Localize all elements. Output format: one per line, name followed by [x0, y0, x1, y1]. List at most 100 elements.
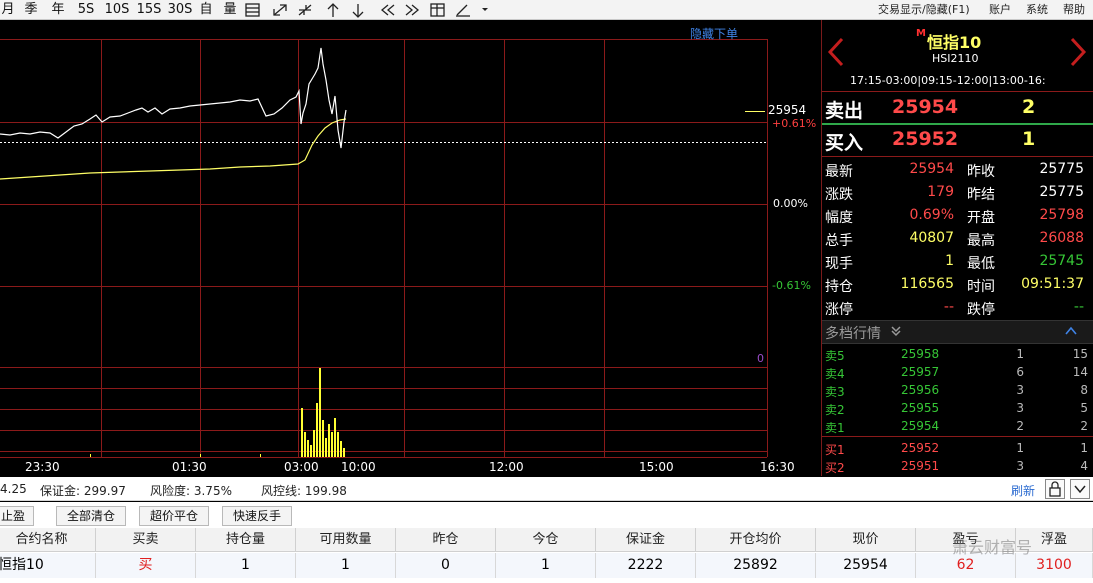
period-15s-button[interactable]: 15S: [135, 0, 163, 20]
trade-toggle-menu[interactable]: 交易显示/隐藏(F1): [878, 0, 978, 20]
col-header[interactable]: 合约名称: [0, 528, 96, 552]
depth-price[interactable]: 25958: [901, 347, 939, 361]
stat-label: 跌停: [967, 302, 995, 318]
cell-today: 1: [496, 553, 596, 578]
cell-contract: 恒指10: [0, 553, 96, 578]
collapse-up-icon[interactable]: [1064, 325, 1078, 337]
depth-side: 买1: [825, 443, 845, 457]
col-header[interactable]: 买卖: [96, 528, 196, 552]
intraday-chart[interactable]: 隐藏下单 25954 +0.61% 0.00% -0.61% 0 23:30 0…: [0, 20, 820, 476]
period-5s-button[interactable]: 5S: [74, 0, 98, 20]
time-label: 01:30: [172, 460, 207, 474]
account-menu[interactable]: 账户: [989, 0, 1015, 20]
stat-value: 116565: [900, 276, 954, 292]
col-header[interactable]: 开仓均价: [696, 528, 816, 552]
current-price-label: 25954: [768, 103, 807, 117]
time-label: 12:00: [489, 460, 524, 474]
depth-mine: 3: [1016, 383, 1024, 397]
period-month-button[interactable]: 月: [0, 0, 16, 20]
period-30s-button[interactable]: 30S: [165, 0, 195, 20]
pct-down-label: -0.61%: [772, 279, 811, 292]
draw-icon: [456, 4, 470, 17]
buy-label: 买入: [825, 132, 864, 154]
lock-icon: [1049, 481, 1061, 497]
sell-label: 卖出: [825, 100, 864, 122]
col-header[interactable]: 可用数量: [296, 528, 396, 552]
quick-reverse-button[interactable]: 快速反手: [222, 506, 292, 526]
next-contract-icon[interactable]: [1068, 37, 1088, 67]
depth-side: 卖3: [825, 385, 845, 399]
buy-price[interactable]: 25952: [892, 128, 958, 150]
watermark: 萧云财富号: [952, 538, 1033, 557]
stat-label: 昨结: [967, 187, 995, 203]
depth-qty: 5: [1080, 401, 1088, 415]
depth-side: 买2: [825, 461, 845, 475]
depth-mine: 1: [1016, 347, 1024, 361]
volume-axis-label: 0: [757, 352, 764, 365]
period-quarter-button[interactable]: 季: [20, 0, 42, 20]
stat-value: 25745: [1039, 253, 1084, 269]
lock-button[interactable]: [1045, 479, 1065, 499]
up-arrow-icon: [327, 3, 339, 17]
depth-price[interactable]: 25952: [901, 441, 939, 455]
depth-side: 卖2: [825, 403, 845, 417]
col-header[interactable]: 昨仓: [396, 528, 496, 552]
close-all-button[interactable]: 全部清仓: [56, 506, 126, 526]
period-year-button[interactable]: 年: [47, 0, 69, 20]
depth-mine: 3: [1016, 459, 1024, 473]
stat-value: 25775: [1039, 184, 1084, 200]
stat-value: 25798: [1039, 207, 1084, 223]
depth-qty: 1: [1080, 441, 1088, 455]
system-menu[interactable]: 系统: [1026, 0, 1054, 20]
take-profit-button[interactable]: 止盈: [0, 506, 34, 526]
depth-price[interactable]: 25954: [901, 419, 939, 433]
col-header[interactable]: 今仓: [496, 528, 596, 552]
stat-label: 最高: [967, 233, 995, 249]
risk-status: 风险度: 3.75%: [150, 484, 232, 498]
self-select-button[interactable]: 自: [196, 0, 216, 20]
prev-contract-icon[interactable]: [826, 37, 846, 67]
depth-side: 卖5: [825, 349, 845, 363]
stat-label: 总手: [825, 233, 853, 249]
stat-value: 26088: [1039, 230, 1084, 246]
stat-value: 1: [945, 253, 954, 269]
hide-orders-link[interactable]: 隐藏下单: [690, 25, 738, 42]
collapse-panel-button[interactable]: [1070, 479, 1090, 499]
market-badge: M: [916, 28, 926, 39]
depth-price[interactable]: 25957: [901, 365, 939, 379]
depth-side: 卖1: [825, 421, 845, 435]
time-label: 03:00: [284, 460, 319, 474]
stat-value: --: [1073, 299, 1084, 315]
volume-button[interactable]: 量: [220, 0, 240, 20]
help-menu[interactable]: 帮助: [1063, 0, 1091, 20]
period-10s-button[interactable]: 10S: [102, 0, 132, 20]
expand-depth-icon[interactable]: [890, 325, 902, 337]
col-header[interactable]: 现价: [816, 528, 916, 552]
cell-yesterday: 0: [396, 553, 496, 578]
depth-price[interactable]: 25955: [901, 401, 939, 415]
col-header[interactable]: 保证金: [596, 528, 696, 552]
status-fragment: 4.25: [0, 482, 27, 496]
trading-sessions: 17:15-03:00|09:15-12:00|13:00-16:: [850, 74, 1046, 87]
refresh-link[interactable]: 刷新: [1011, 482, 1035, 499]
depth-qty: 4: [1080, 459, 1088, 473]
col-header[interactable]: 持仓量: [196, 528, 296, 552]
stat-value: --: [943, 299, 954, 315]
pct-zero-label: 0.00%: [773, 197, 808, 210]
shrink-icon: [298, 4, 312, 16]
depth-qty: 2: [1080, 419, 1088, 433]
over-price-close-button[interactable]: 超价平仓: [139, 506, 209, 526]
ladder-icon: [245, 3, 260, 17]
table-icon: [430, 3, 445, 17]
sell-qty: 2: [1022, 96, 1036, 118]
stat-value: 179: [927, 184, 954, 200]
depth-price[interactable]: 25956: [901, 383, 939, 397]
toolbar-icons: [245, 3, 488, 18]
trade-actions: 止盈 全部清仓 超价平仓 快速反手: [0, 502, 1093, 528]
sell-price[interactable]: 25954: [892, 96, 958, 118]
depth-qty: 14: [1072, 365, 1088, 379]
stat-value: 40807: [909, 230, 954, 246]
depth-price[interactable]: 25951: [901, 459, 939, 473]
positions-table: 合约名称 买卖 持仓量 可用数量 昨仓 今仓 保证金 开仓均价 现价 盈亏 浮盈…: [0, 528, 1093, 583]
toolbar: 月 季 年 5S 10S 15S 30S 自 量 交易显示/隐藏(F1) 账户 …: [0, 0, 1093, 20]
